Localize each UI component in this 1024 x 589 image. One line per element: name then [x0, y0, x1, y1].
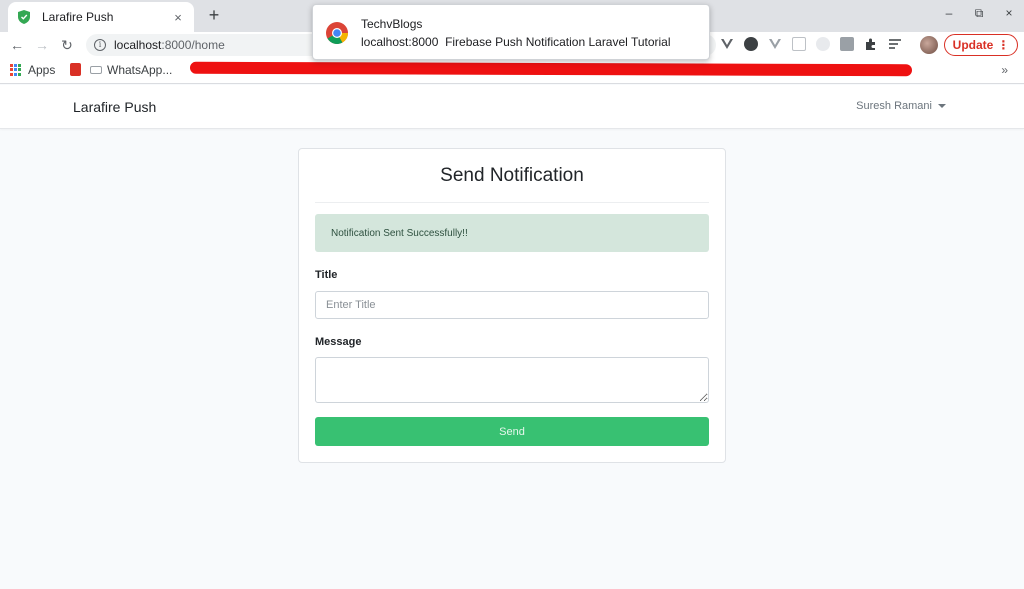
user-name: Suresh Ramani	[856, 100, 932, 112]
site-info-icon[interactable]: i	[94, 39, 106, 51]
kebab-menu-icon: ⋮	[997, 38, 1010, 52]
brand-link[interactable]: Larafire Push	[73, 99, 156, 115]
vue-devtools-icon-2[interactable]	[768, 37, 782, 51]
caret-down-icon	[938, 104, 946, 108]
card-header: Send Notification	[315, 149, 709, 203]
puzzle-extension-icon[interactable]	[864, 37, 878, 51]
update-label: Update	[952, 38, 994, 52]
apps-grid-icon	[10, 64, 22, 76]
tab-title: Larafire Push	[42, 10, 114, 24]
new-tab-button[interactable]: +	[204, 5, 224, 25]
bookmark-whatsapp-label: WhatsApp...	[107, 63, 173, 77]
bookmarks-overflow-icon[interactable]: »	[1001, 63, 1008, 77]
extension-icons	[720, 37, 902, 51]
message-textarea[interactable]	[315, 357, 709, 403]
reading-list-icon[interactable]	[888, 37, 902, 51]
shield-icon	[16, 9, 32, 25]
url-path: :8000/home	[161, 38, 225, 52]
notification-message: Firebase Push Notification Laravel Tutor…	[445, 35, 671, 49]
extension-square-icon[interactable]	[792, 37, 806, 51]
success-alert: Notification Sent Successfully!!	[315, 214, 709, 252]
reload-button[interactable]: ↻	[58, 36, 76, 54]
restore-button[interactable]: ⧉	[972, 6, 986, 21]
bookmark-apps[interactable]: Apps	[10, 63, 55, 77]
notification-body: localhost:8000 Firebase Push Notificatio…	[361, 35, 671, 49]
message-label: Message	[315, 336, 362, 348]
back-button[interactable]: ←	[8, 36, 26, 54]
extension-circle-icon[interactable]	[816, 37, 830, 51]
whatsapp-icon	[90, 66, 102, 74]
user-dropdown[interactable]: Suresh Ramani	[856, 100, 946, 112]
title-input[interactable]	[315, 291, 709, 319]
push-notification[interactable]: TechvBlogs localhost:8000 Firebase Push …	[312, 4, 710, 60]
forward-button[interactable]: →	[33, 36, 51, 54]
vue-devtools-icon[interactable]	[720, 37, 734, 51]
app-navbar: Larafire Push Suresh Ramani	[0, 85, 1024, 129]
close-window-button[interactable]: ×	[1002, 6, 1016, 21]
card-title: Send Notification	[440, 164, 584, 186]
bookmark-whatsapp[interactable]: WhatsApp...	[90, 63, 172, 77]
title-label: Title	[315, 269, 338, 281]
profile-avatar[interactable]	[920, 36, 938, 54]
success-alert-text: Notification Sent Successfully!!	[331, 227, 468, 239]
update-button[interactable]: Update ⋮	[944, 34, 1018, 56]
tab-close-icon[interactable]: ×	[170, 10, 186, 25]
notification-origin: localhost:8000	[361, 35, 439, 49]
send-button[interactable]: Send	[315, 417, 709, 446]
red-bookmark-icon	[70, 63, 81, 76]
bookmark-red[interactable]	[70, 63, 81, 76]
window-controls: – ⧉ ×	[942, 6, 1016, 21]
redaction-mark	[189, 61, 913, 77]
minimize-button[interactable]: –	[942, 6, 956, 21]
notification-sender: TechvBlogs	[361, 17, 423, 31]
translate-icon[interactable]	[840, 37, 854, 51]
browser-tab[interactable]: Larafire Push ×	[8, 2, 194, 32]
url-host: localhost	[114, 38, 162, 52]
chrome-icon	[325, 21, 349, 45]
send-notification-card: Send Notification Notification Sent Succ…	[298, 148, 726, 463]
bookmark-apps-label: Apps	[28, 63, 56, 77]
extension-badge-icon[interactable]	[744, 37, 758, 51]
